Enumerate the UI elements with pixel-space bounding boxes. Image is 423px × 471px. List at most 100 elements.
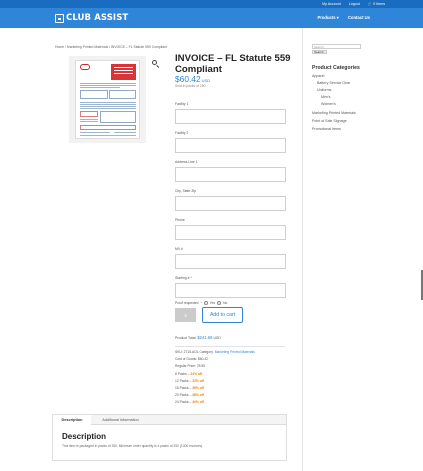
- product-title: INVOICE – FL Statute 559 Compliant: [175, 53, 291, 75]
- mv-number-label: MV #: [175, 247, 183, 251]
- proof-required-marker: *: [200, 301, 202, 305]
- pack-size-note: Sold in packs of 250: [175, 84, 206, 88]
- product-tabs: Description Additional information: [52, 414, 287, 425]
- facility-2-label: Facility 2: [175, 131, 189, 135]
- sku-label: SKU:: [175, 350, 183, 354]
- starting-number-text: Starting #: [175, 276, 190, 280]
- proof-yes-radio[interactable]: [203, 301, 208, 305]
- phone-input[interactable]: [175, 225, 286, 240]
- proof-no-radio[interactable]: [217, 301, 222, 305]
- logo-text: CLUB ASSIST: [66, 13, 129, 23]
- description-text: This item is packaged in packs of 250. M…: [62, 444, 204, 448]
- proof-requested-group: Proof requested * Yes No: [175, 301, 227, 305]
- cost-value: $60.42: [197, 357, 209, 361]
- cost-of-goods-line: Cost of Goods: $60.42: [175, 357, 208, 361]
- mv-number-input[interactable]: [175, 254, 286, 269]
- proof-no-label[interactable]: No: [223, 301, 227, 305]
- nav-products[interactable]: Products ▾: [317, 15, 338, 20]
- facility-1-input[interactable]: [175, 109, 286, 124]
- search-input[interactable]: Search: [312, 44, 361, 49]
- required-marker: *: [190, 276, 192, 280]
- facility-1-label: Facility 1: [175, 102, 189, 106]
- price-value: $60.42: [175, 74, 201, 84]
- category-label: Category:: [199, 350, 214, 354]
- main-navigation: CLUB ASSIST Products ▾ Contact Us: [0, 8, 423, 28]
- starting-number-label: Starting # *: [175, 276, 192, 280]
- discount-label: 24 Packs –: [175, 400, 193, 404]
- city-state-zip-input[interactable]: [175, 196, 286, 211]
- discount-line-12: 12 Packs – 32% off: [175, 379, 204, 383]
- description-heading: Description: [62, 432, 107, 441]
- total-label: Product Total:: [175, 336, 197, 340]
- discount-line-24: 24 Packs – 40% off: [175, 400, 204, 404]
- nav-contact-us[interactable]: Contact Us: [348, 15, 370, 20]
- discount-label: 16 Packs –: [175, 386, 193, 390]
- invoice-red-header: [111, 64, 136, 80]
- regular-price-value: 78.95: [196, 364, 206, 368]
- category-mens[interactable]: Men's: [321, 95, 330, 99]
- proof-yes-label[interactable]: Yes: [210, 301, 215, 305]
- chevron-down-icon: ▾: [336, 15, 339, 20]
- search-button[interactable]: Search: [312, 50, 327, 54]
- top-utility-bar: My Account Logout 🛒 0 Items: [0, 0, 423, 8]
- proof-label: Proof requested: [175, 301, 199, 305]
- address-line-1-label: Address Line 1: [175, 160, 198, 164]
- add-to-cart-button[interactable]: Add to cart: [202, 307, 243, 323]
- description-panel: Description This item is packaged in pac…: [52, 425, 287, 461]
- phone-label: Phone: [175, 218, 185, 222]
- quantity-input[interactable]: 4: [175, 308, 196, 322]
- discount-line-8: 8 Packs – 24% off: [175, 372, 202, 376]
- sku-category-line: SKU: 2715-AOL Category: Marketing Printe…: [175, 350, 255, 354]
- discount-label: 12 Packs –: [175, 379, 193, 383]
- discount-value: 24% off: [190, 372, 203, 376]
- discount-line-20: 20 Packs – 38% off: [175, 393, 204, 397]
- site-logo[interactable]: CLUB ASSIST: [55, 12, 128, 24]
- product-total: Product Total: $241.68 USD: [175, 335, 221, 340]
- facility-2-input[interactable]: [175, 138, 286, 153]
- discount-label: 20 Packs –: [175, 393, 193, 397]
- product-price: $60.42USD: [175, 74, 210, 84]
- tab-additional-information[interactable]: Additional information: [93, 415, 148, 425]
- address-line-1-input[interactable]: [175, 167, 286, 182]
- logo-icon: [55, 13, 64, 23]
- cart-link[interactable]: 🛒 0 Items: [368, 2, 385, 6]
- category-battery-service-gear[interactable]: Battery Service Gear: [317, 81, 350, 85]
- regular-price-label: Regular Price:: [175, 364, 196, 368]
- category-link[interactable]: Marketing Printed Materials: [215, 350, 255, 354]
- category-womens[interactable]: Women's: [321, 102, 336, 106]
- category-point-of-sale-signage[interactable]: Point of Sale Signage: [312, 119, 347, 123]
- category-promotional-items[interactable]: Promotional Items: [312, 127, 341, 131]
- discount-value: 40% off: [192, 400, 204, 404]
- categories-title: Product Categories: [312, 65, 360, 71]
- discount-label: 8 Packs –: [175, 372, 191, 376]
- nav-products-label: Products: [317, 15, 336, 20]
- discount-value: 38% off: [192, 393, 204, 397]
- scrollbar-thumb[interactable]: [421, 270, 423, 300]
- invoice-thumbnail: [75, 60, 140, 139]
- regular-price-line: Regular Price: 78.95: [175, 364, 205, 368]
- category-uniforms[interactable]: Uniforms: [317, 88, 331, 92]
- my-account-link[interactable]: My Account: [322, 2, 341, 6]
- zoom-icon[interactable]: [152, 60, 157, 65]
- sku-value: 2715-AOL: [183, 350, 199, 354]
- discount-value: 32% off: [192, 379, 204, 383]
- discount-line-16: 16 Packs – 36% off: [175, 386, 204, 390]
- aaa-logo-mark: [80, 64, 90, 70]
- breadcrumb[interactable]: Home / Marketing Printed Materials / INV…: [55, 45, 167, 49]
- total-amount: $241.68: [197, 335, 213, 340]
- cart-count: 0 Items: [373, 2, 385, 6]
- starting-number-input[interactable]: [175, 283, 286, 298]
- cost-label: Cost of Goods:: [175, 357, 197, 361]
- tab-description[interactable]: Description: [53, 415, 91, 425]
- nav-links: Products ▾ Contact Us: [317, 15, 370, 20]
- total-currency: USD: [213, 336, 221, 340]
- price-currency: USD: [201, 78, 211, 83]
- city-state-zip-label: City, State Zip: [175, 189, 197, 193]
- category-apparel[interactable]: Apparel: [312, 74, 324, 78]
- logout-link[interactable]: Logout: [349, 2, 360, 6]
- discount-value: 36% off: [192, 386, 204, 390]
- category-marketing-printed-materials[interactable]: Marketing Printed Materials: [312, 111, 356, 115]
- sidebar-divider: [302, 28, 303, 471]
- meta-divider: [175, 346, 285, 347]
- product-image[interactable]: [69, 56, 146, 143]
